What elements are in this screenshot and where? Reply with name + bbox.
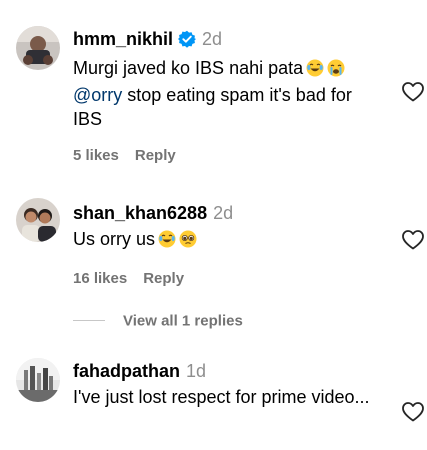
avatar[interactable]	[16, 198, 60, 242]
comment-time: 2d	[213, 203, 234, 223]
username[interactable]: shan_khan6288	[73, 203, 207, 223]
username[interactable]: hmm_nikhil	[73, 29, 173, 49]
comment-time: 1d	[186, 361, 207, 381]
heart-outline-icon[interactable]	[402, 402, 424, 422]
comment-text: Murgi javed ko IBS nahi pata @orry stop …	[73, 56, 383, 131]
view-replies-button[interactable]: View all 1 replies	[73, 312, 243, 334]
pleading-emoji	[179, 230, 197, 254]
mention-link[interactable]: @orry	[73, 85, 122, 105]
comment-text-line: Murgi javed ko IBS nahi pata	[73, 58, 304, 78]
comment-header: hmm_nikhil 2d	[73, 28, 383, 53]
avatar[interactable]	[16, 358, 60, 402]
comment-text: I've just lost respect for prime video..…	[73, 387, 370, 407]
heart-outline-icon[interactable]	[402, 82, 424, 102]
heart-outline-icon[interactable]	[402, 230, 424, 250]
comment-actions: 5 likes Reply	[73, 147, 383, 164]
laughing-tears-emoji	[306, 59, 324, 83]
view-replies-label[interactable]: View all 1 replies	[123, 312, 243, 329]
comment-text-line: Us orry us	[73, 229, 156, 249]
comment-time: 2d	[202, 29, 223, 49]
avatar[interactable]	[16, 26, 60, 70]
replies-divider	[73, 320, 105, 322]
comment-header: fahadpathan 1d	[73, 360, 383, 382]
likes-count[interactable]: 5 likes	[73, 147, 119, 164]
reply-button[interactable]: Reply	[135, 147, 176, 164]
laughing-tears-emoji	[158, 230, 176, 254]
likes-count[interactable]: 16 likes	[73, 270, 127, 287]
comment-actions: 16 likes Reply	[73, 270, 383, 287]
comment-header: shan_khan6288 2d	[73, 202, 383, 224]
crying-emoji	[327, 59, 345, 83]
verified-badge-icon	[178, 30, 197, 53]
comment-text: Us orry us	[73, 227, 383, 254]
reply-button[interactable]: Reply	[143, 270, 184, 287]
username[interactable]: fahadpathan	[73, 361, 180, 381]
